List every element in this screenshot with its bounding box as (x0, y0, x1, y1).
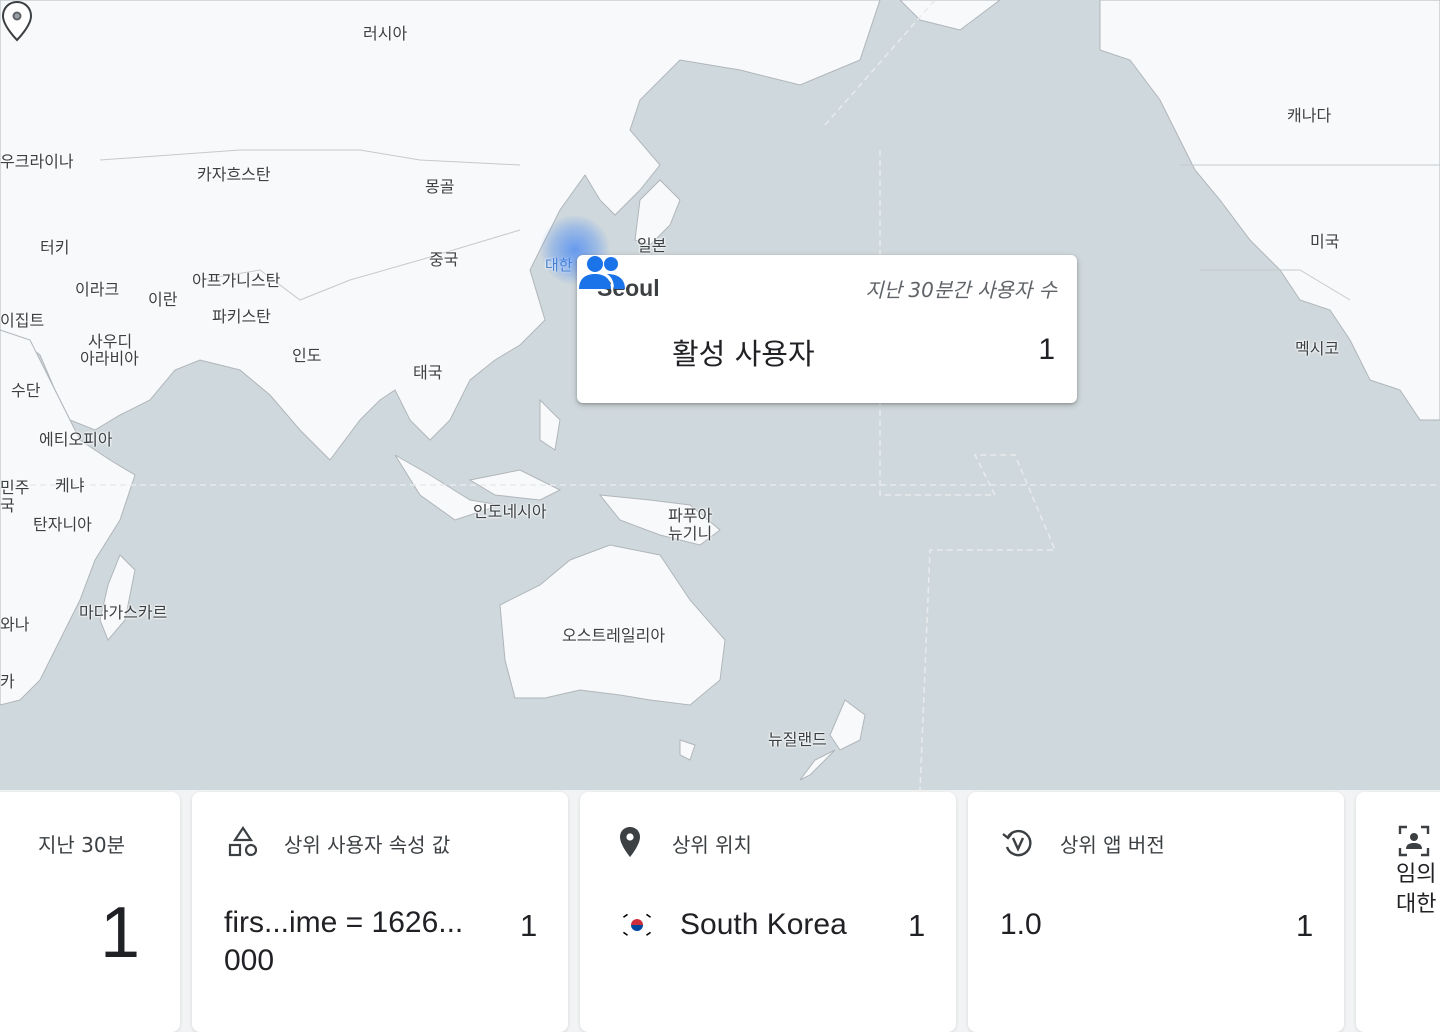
map-label-australia: 오스트레일리아 (562, 626, 666, 645)
card-title: 상위 앱 버전 (1060, 833, 1165, 857)
people-icon (579, 256, 625, 289)
map-label-usa: 미국 (1310, 232, 1340, 251)
app-version-label: 1.0 (1000, 908, 1042, 941)
card-top-user-property[interactable]: 상위 사용자 속성 값 firs...ime = 1626... 000 1 (192, 792, 568, 1032)
map-label-ukraine: 우크라이나 (0, 152, 74, 171)
map-label-china: 중국 (429, 250, 459, 269)
map-label-japan: 일본 (637, 236, 667, 255)
south-korea-flag-icon (620, 912, 654, 938)
tooltip-subtitle: 지난 30분간 사용자 수 (865, 278, 1057, 302)
map-label-iran: 이란 (148, 290, 178, 309)
location-tooltip: Seoul 지난 30분간 사용자 수 활성 사용자 1 (577, 255, 1077, 403)
map-label-afghanistan: 아프가니스탄 (192, 271, 281, 290)
map-label-egypt: 이집트 (0, 311, 45, 330)
map-label-thailand: 태국 (413, 363, 443, 382)
card-title: 지난 30분 (38, 833, 126, 857)
map-label-png-line2: 뉴기니 (668, 524, 713, 543)
map-label-canada: 캐나다 (1287, 106, 1332, 125)
location-label: South Korea (680, 908, 847, 941)
map-label-ethiopia: 에티오피아 (39, 430, 113, 449)
card-last-30-minutes[interactable]: 지난 30분 1 (0, 792, 180, 1032)
map-label-kazakhstan: 카자흐스탄 (197, 165, 271, 184)
version-history-icon (1002, 829, 1032, 857)
map-label-iraq: 이라크 (75, 280, 120, 299)
map-label-new-zealand: 뉴질랜드 (768, 730, 827, 749)
map-label-mexico: 멕시코 (1295, 339, 1340, 358)
app-version-count: 1 (1296, 908, 1314, 943)
world-map[interactable]: 러시아 우크라이나 카자흐스탄 몽골 터키 이라크 이란 아프가니스탄 파키스탄… (0, 0, 1440, 790)
map-label-left-edge-2: 국 (0, 496, 15, 515)
map-pin-icon[interactable] (0, 0, 34, 44)
partial-line1: 임의 (1396, 862, 1437, 887)
map-label-kenya: 케냐 (55, 476, 85, 495)
map-label-indonesia: 인도네시아 (473, 502, 547, 521)
location-count: 1 (908, 908, 926, 943)
map-label-sudan: 수단 (11, 381, 41, 400)
property-value-label: firs...ime = 1626... 000 (224, 906, 464, 977)
card-top-location[interactable]: 상위 위치 South Korea 1 (580, 792, 956, 1032)
map-label-tanzania: 탄자니아 (33, 515, 92, 534)
location-pin-icon (620, 827, 640, 857)
map-label-saudi-line2: 아라비아 (80, 349, 139, 368)
map-label-india: 인도 (292, 346, 322, 365)
map-label-pakistan: 파키스탄 (212, 307, 271, 326)
person-frame-icon (1398, 825, 1430, 857)
map-label-madagascar: 마다가스카르 (79, 603, 168, 622)
card-partial[interactable]: 임의 대한 (1356, 792, 1440, 1032)
card-title: 상위 사용자 속성 값 (284, 833, 451, 857)
property-value-count: 1 (520, 908, 538, 943)
map-label-turkey: 터키 (40, 238, 70, 257)
partial-line2: 대한 (1396, 892, 1437, 917)
card-top-app-version[interactable]: 상위 앱 버전 1.0 1 (968, 792, 1344, 1032)
card-title: 상위 위치 (672, 833, 752, 857)
category-shapes-icon (228, 826, 258, 857)
map-label-left-edge-3: 와나 (0, 615, 30, 634)
map-label-left-edge-4: 카 (0, 672, 15, 691)
map-label-russia: 러시아 (363, 24, 408, 43)
tooltip-metric-label: 활성 사용자 (672, 337, 815, 371)
users-count: 1 (100, 893, 141, 973)
tooltip-metric-value: 1 (1038, 333, 1055, 366)
map-label-mongolia: 몽골 (425, 177, 455, 196)
